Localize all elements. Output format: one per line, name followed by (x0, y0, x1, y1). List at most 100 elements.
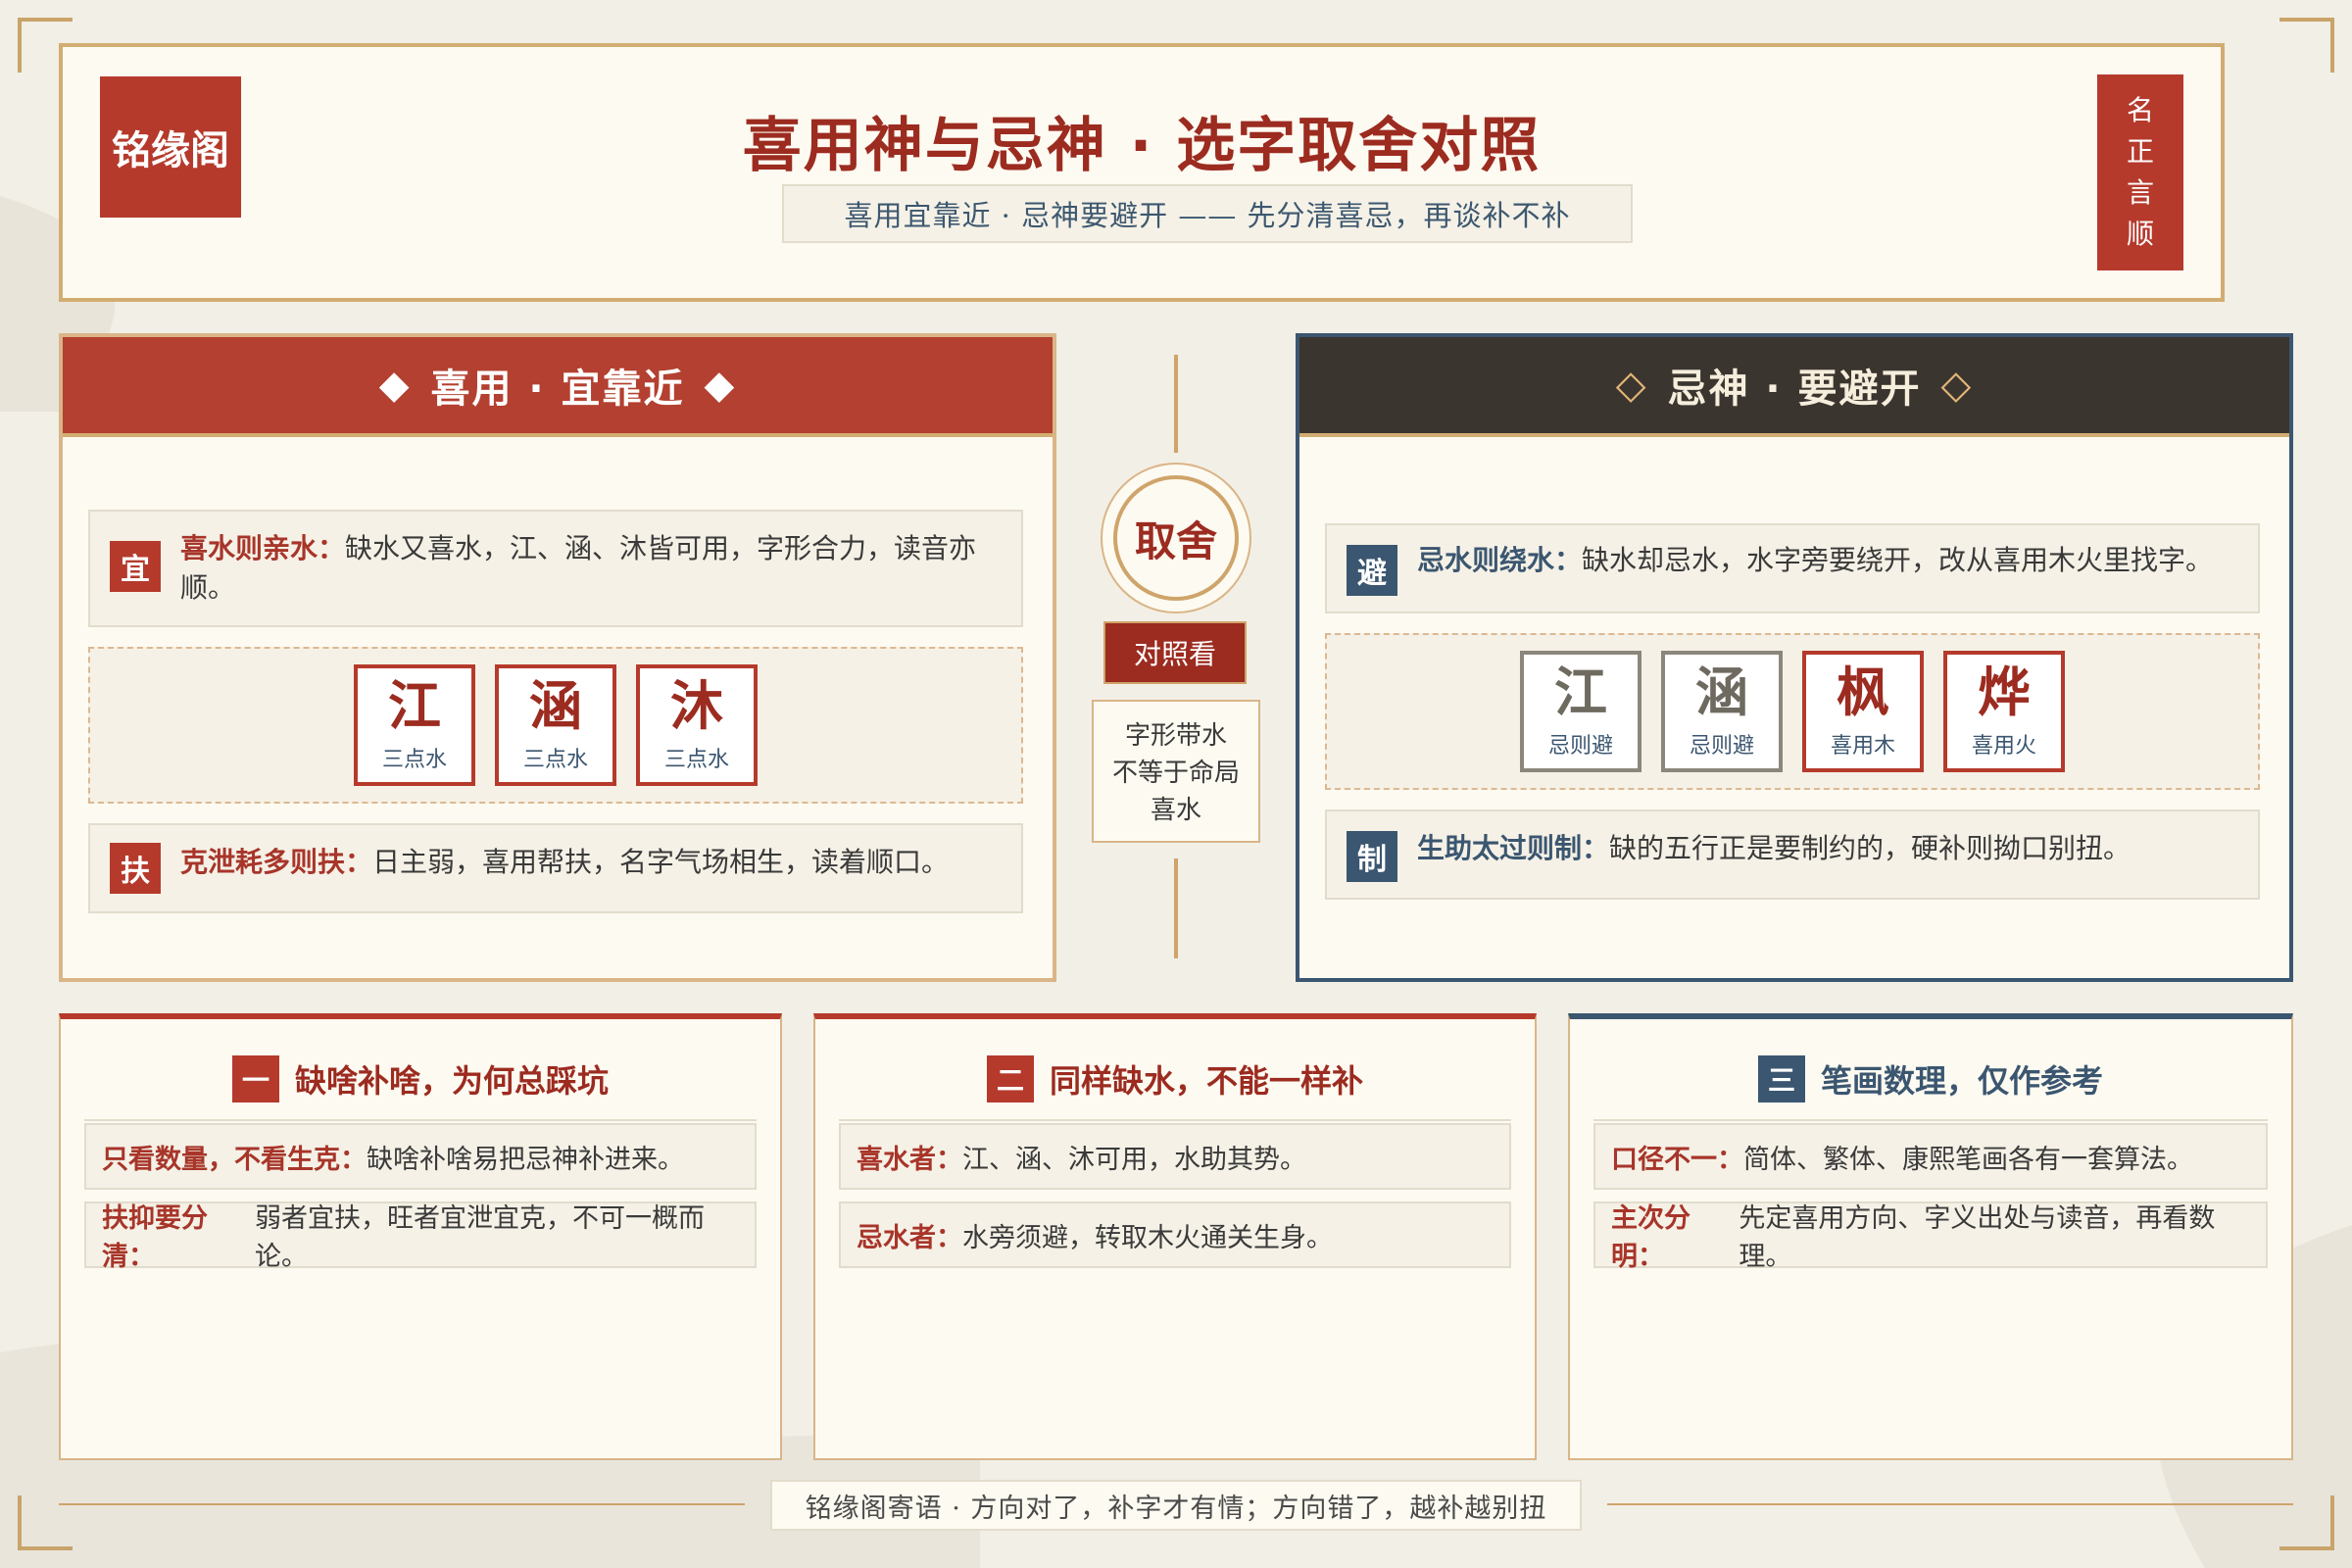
tip-row-text: 先定喜用方向、字义出处与读音，再看数理。 (1739, 1203, 2216, 1272)
tip-card-title: 三 笔画数理，仅作参考 (1593, 1039, 2268, 1121)
char-card: 枫 喜用木 (1802, 651, 1924, 772)
tip-row: 喜水者： 江、涵、沐可用，水助其势。 (839, 1123, 1511, 1190)
rule-badge: 避 (1347, 545, 1397, 596)
tip-row-lead: 喜水者： (857, 1144, 962, 1175)
rule-lead: 克泄耗多则扶： (180, 846, 373, 878)
char-note: 三点水 (663, 748, 729, 772)
tip-row-text: 缺啥补啥易把忌神补进来。 (367, 1144, 684, 1175)
rule-text: 忌水则绕水：缺水却忌水，水字旁要绕开，改从喜用木火里找字。 (1417, 541, 2213, 580)
page-title: 喜用神与忌神 · 选字取舍对照 (742, 112, 1542, 180)
connector-line (1174, 355, 1178, 453)
rule-item: 扶 克泄耗多则扶：日主弱，喜用帮扶，名字气场相生，读着顺口。 (88, 823, 1023, 913)
connector-line (1174, 858, 1178, 958)
rule-lead: 忌水则绕水： (1417, 544, 1583, 576)
tip-card: 二 同样缺水，不能一样补 喜水者： 江、涵、沐可用，水助其势。 忌水者： 水旁须避，… (813, 1013, 1537, 1460)
rule-badge: 扶 (110, 843, 161, 894)
tip-card: 一 缺啥补啥，为何总踩坑 只看数量，不看生克： 缺啥补啥易把忌神补进来。 扶抑要分… (59, 1013, 782, 1460)
char-glyph: 沐 (670, 675, 723, 737)
rule-text: 克泄耗多则扶：日主弱，喜用帮扶，名字气场相生，读着顺口。 (180, 843, 949, 882)
center-note: 字形带水 不等于命局 喜水 (1092, 700, 1260, 843)
diamond-icon: ◆ (378, 363, 412, 408)
tip-row-text: 弱者宜扶，旺者宜泄宜克，不可一概而论。 (255, 1203, 705, 1272)
tip-card-title: 一 缺啥补啥，为何总踩坑 (84, 1039, 757, 1121)
favorable-panel-title: 喜用 · 宜靠近 (430, 367, 685, 412)
unfavorable-panel: ◇ 忌神 · 要避开 ◇ 避 忌水则绕水：缺水却忌水，水字旁要绕开，改从喜用木火… (1296, 333, 2293, 982)
tip-title-text: 同样缺水，不能一样补 (1049, 1062, 1363, 1100)
tip-card: 三 笔画数理，仅作参考 口径不一： 简体、繁体、康熙笔画各有一套算法。 主次分明：… (1568, 1013, 2293, 1460)
char-card: 涵 忌则避 (1661, 651, 1783, 772)
char-glyph: 江 (1554, 662, 1607, 723)
rule-badge: 宜 (110, 541, 161, 592)
motto-char: 名 (2126, 94, 2154, 126)
tip-row: 扶抑要分清： 弱者宜扶，旺者宜泄宜克，不可一概而论。 (84, 1201, 757, 1272)
tip-number: 一 (231, 1055, 279, 1102)
char-card: 沐 三点水 (636, 664, 758, 786)
char-glyph: 枫 (1837, 662, 1889, 723)
rule-body: 缺水却忌水，水字旁要绕开，改从喜用木火里找字。 (1582, 544, 2214, 576)
char-glyph: 涵 (1695, 662, 1748, 723)
char-glyph: 涵 (529, 675, 582, 737)
choice-circle-label: 取舍 (1113, 475, 1239, 601)
char-note: 忌则避 (1689, 734, 1754, 759)
favorable-panel-header: ◆ 喜用 · 宜靠近 ◆ (63, 337, 1053, 437)
vertical-motto-badge: 名 正 言 顺 (2097, 74, 2183, 270)
unfavorable-panel-header: ◇ 忌神 · 要避开 ◇ (1299, 337, 2289, 437)
char-card: 江 三点水 (354, 664, 475, 786)
rule-text: 喜水则亲水：缺水又喜水，江、涵、沐皆可用，字形合力，读音亦顺。 (180, 529, 1002, 608)
tip-row: 口径不一： 简体、繁体、康熙笔画各有一套算法。 (1593, 1123, 2268, 1190)
rule-body: 缺的五行正是要制约的，硬补则拗口别扭。 (1609, 832, 2132, 864)
tip-title-text: 笔画数理，仅作参考 (1820, 1062, 2103, 1100)
tip-title-text: 缺啥补啥，为何总踩坑 (294, 1062, 609, 1100)
center-note-line: 不等于命局 (1111, 759, 1240, 788)
choice-circle: 取舍 (1101, 463, 1251, 613)
diamond-outline-icon: ◇ (1940, 363, 1974, 408)
rule-body: 日主弱，喜用帮扶，名字气场相生，读着顺口。 (372, 846, 950, 878)
tip-row-lead: 忌水者： (857, 1222, 962, 1253)
tip-row: 只看数量，不看生克： 缺啥补啥易把忌神补进来。 (84, 1123, 757, 1190)
tip-number: 二 (986, 1055, 1034, 1102)
motto-char: 顺 (2126, 218, 2154, 250)
footer-divider (59, 1503, 745, 1505)
tip-row-lead: 主次分明： (1611, 1203, 1690, 1272)
tip-row-text: 江、涵、沐可用，水助其势。 (962, 1144, 1306, 1175)
header: 铭缘阁 喜用神与忌神 · 选字取舍对照 喜用宜靠近 · 忌神要避开 —— 先分清… (59, 43, 2225, 302)
rule-item: 制 生助太过则制：缺的五行正是要制约的，硬补则拗口别扭。 (1325, 809, 2260, 900)
char-note: 三点水 (381, 748, 447, 772)
char-card: 涵 三点水 (495, 664, 616, 786)
char-card: 江 忌则避 (1520, 651, 1642, 772)
tip-row-lead: 口径不一： (1611, 1144, 1743, 1175)
tip-row: 忌水者： 水旁须避，转取木火通关生身。 (839, 1201, 1511, 1268)
char-card: 烨 喜用火 (1943, 651, 2065, 772)
tip-number: 三 (1757, 1055, 1805, 1102)
center-note-line: 喜水 (1150, 796, 1201, 825)
char-note: 喜用木 (1830, 734, 1895, 759)
char-note: 三点水 (522, 748, 588, 772)
rule-item: 避 忌水则绕水：缺水却忌水，水字旁要绕开，改从喜用木火里找字。 (1325, 523, 2260, 613)
char-note: 忌则避 (1547, 734, 1613, 759)
tip-row-lead: 只看数量，不看生克： (102, 1144, 367, 1175)
tip-row-text: 简体、繁体、康熙笔画各有一套算法。 (1743, 1144, 2193, 1175)
motto-char: 言 (2126, 176, 2154, 209)
favorable-panel: ◆ 喜用 · 宜靠近 ◆ 宜 喜水则亲水：缺水又喜水，江、涵、沐皆可用，字形合力… (59, 333, 1056, 982)
rule-badge: 制 (1347, 831, 1397, 882)
char-note: 喜用火 (1971, 734, 2036, 759)
tip-row: 主次分明： 先定喜用方向、字义出处与读音，再看数理。 (1593, 1201, 2268, 1272)
rule-lead: 生助太过则制： (1417, 832, 1610, 864)
example-chars-row: 江 忌则避 涵 忌则避 枫 喜用木 烨 喜用火 (1325, 633, 2260, 790)
char-glyph: 江 (388, 675, 441, 737)
footer-divider (1607, 1503, 2293, 1505)
footer-motto: 铭缘阁寄语 · 方向对了，补字才有情；方向错了，越补越别扭 (770, 1480, 1582, 1531)
diamond-icon: ◆ (704, 363, 737, 408)
motto-char: 正 (2126, 135, 2154, 168)
tip-row-lead: 扶抑要分清： (102, 1203, 208, 1272)
center-note-line: 字形带水 (1124, 721, 1227, 751)
example-chars-row: 江 三点水 涵 三点水 沐 三点水 (88, 647, 1023, 804)
char-glyph: 烨 (1978, 662, 2031, 723)
page-subtitle: 喜用宜靠近 · 忌神要避开 —— 先分清喜忌，再谈补不补 (782, 184, 1633, 243)
rule-item: 宜 喜水则亲水：缺水又喜水，江、涵、沐皆可用，字形合力，读音亦顺。 (88, 510, 1023, 627)
tip-row-text: 水旁须避，转取木火通关生身。 (962, 1222, 1333, 1253)
rule-lead: 喜水则亲水： (180, 532, 346, 564)
unfavorable-panel-title: 忌神 · 要避开 (1667, 367, 1922, 412)
compare-tag: 对照看 (1103, 621, 1247, 684)
rule-text: 生助太过则制：缺的五行正是要制约的，硬补则拗口别扭。 (1417, 829, 2131, 868)
